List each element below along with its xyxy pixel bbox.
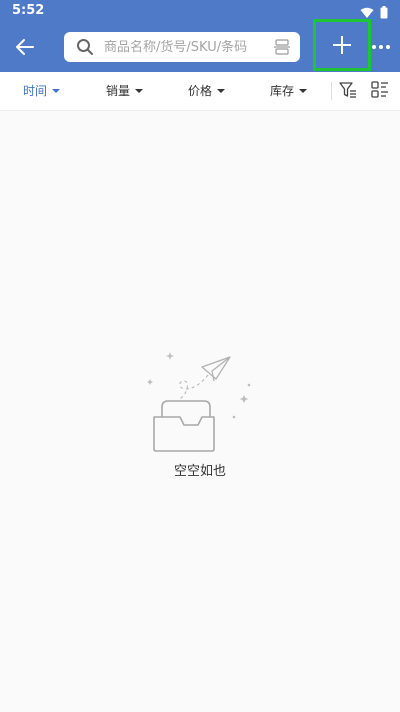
add-button[interactable] — [313, 19, 371, 71]
search-input[interactable] — [104, 39, 264, 55]
scan-icon[interactable] — [274, 39, 290, 55]
sort-price-label: 价格 — [188, 84, 213, 98]
filter-icon — [338, 80, 358, 100]
back-arrow-icon — [15, 37, 35, 57]
caret-down-icon — [299, 88, 308, 93]
sort-stock-label: 库存 — [270, 84, 295, 98]
sort-price-tab[interactable]: 价格 — [188, 82, 226, 99]
sort-bar: 时间 销量 价格 库存 — [0, 72, 400, 111]
more-button[interactable] — [366, 32, 396, 62]
search-icon — [76, 38, 94, 56]
divider — [331, 82, 332, 100]
more-icon — [371, 44, 391, 50]
layout-icon — [370, 80, 390, 100]
empty-illustration — [140, 345, 260, 455]
empty-state: 空空如也 — [0, 340, 400, 480]
sort-time-tab[interactable]: 时间 — [23, 82, 61, 99]
sort-sales-label: 销量 — [106, 84, 131, 98]
sort-time-label: 时间 — [23, 84, 48, 98]
back-button[interactable] — [8, 30, 42, 64]
sort-sales-tab[interactable]: 销量 — [106, 82, 144, 99]
status-time: 5:52 — [12, 3, 45, 18]
filter-button[interactable] — [338, 80, 358, 100]
sort-stock-tab[interactable]: 库存 — [270, 82, 308, 99]
caret-down-icon — [217, 88, 226, 93]
plus-icon — [332, 35, 352, 55]
caret-down-icon — [135, 88, 144, 93]
toolbar — [0, 19, 400, 72]
battery-icon — [380, 4, 388, 23]
empty-state-text: 空空如也 — [173, 464, 226, 479]
caret-down-icon — [52, 88, 61, 93]
search-box[interactable] — [64, 32, 300, 62]
empty-inbox-icon — [153, 400, 215, 452]
paper-plane-icon — [179, 356, 231, 400]
app-bar: 5:52 — [0, 0, 400, 72]
layout-toggle-button[interactable] — [370, 80, 390, 100]
